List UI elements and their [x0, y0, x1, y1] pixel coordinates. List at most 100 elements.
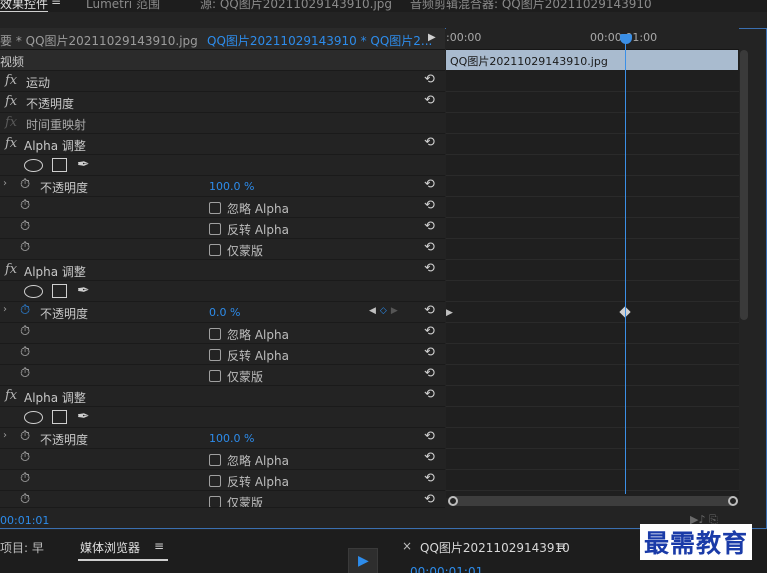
stopwatch-icon[interactable]: ⏱ — [20, 240, 30, 255]
param-row-opacity[interactable]: › ⏱ 不透明度 100.0 % ⟲ — [0, 176, 445, 197]
sequence-clip-label[interactable]: QQ图片20211029143910 * QQ图片2... — [207, 32, 432, 49]
reset-icon[interactable]: ⟲ — [424, 261, 435, 276]
rectangle-mask-icon[interactable] — [52, 284, 67, 298]
reset-icon[interactable]: ⟲ — [424, 72, 435, 87]
pen-mask-icon[interactable]: ✒ — [77, 281, 90, 299]
master-clip-label[interactable]: 要 * QQ图片20211029143910.jpg — [0, 32, 198, 49]
param-row-mask-only: ⏱ 仅蒙版 ⟲ — [0, 239, 445, 260]
stopwatch-icon[interactable]: ⏱ — [20, 492, 30, 507]
current-timecode[interactable]: 00:01:01 — [0, 514, 49, 527]
stopwatch-icon-active[interactable]: ⏱ — [20, 303, 30, 318]
tab-menu-icon[interactable]: ≡ — [51, 0, 61, 8]
fx-icon[interactable]: fx — [5, 73, 17, 88]
invert-alpha-checkbox[interactable] — [209, 349, 221, 361]
param-row-ignore-alpha: ⏱ 忽略 Alpha ⟲ — [0, 449, 445, 470]
reset-icon[interactable]: ⟲ — [424, 471, 435, 486]
pen-mask-icon[interactable]: ✒ — [77, 155, 90, 173]
add-keyframe-icon[interactable]: ◇ — [380, 306, 387, 316]
horizontal-zoom-scrollbar[interactable] — [448, 496, 738, 506]
fx-icon[interactable]: fx — [5, 94, 17, 109]
reset-icon[interactable]: ⟲ — [424, 450, 435, 465]
invert-alpha-checkbox[interactable] — [209, 223, 221, 235]
zoom-handle-right[interactable] — [728, 496, 738, 506]
stopwatch-icon[interactable]: ⏱ — [20, 177, 30, 192]
stopwatch-icon[interactable]: ⏱ — [20, 219, 30, 234]
tab-media-browser[interactable]: 媒体浏览器 — [80, 539, 140, 556]
timeline-clip[interactable]: QQ图片20211029143910.jpg — [446, 50, 738, 70]
keyframe-prev-indicator-icon: ▶ — [446, 308, 453, 318]
ellipse-mask-icon[interactable] — [24, 159, 43, 172]
tab-project[interactable]: 项目: 早 — [0, 539, 44, 556]
reset-icon[interactable]: ⟲ — [424, 492, 435, 507]
timeline-ruler[interactable]: :00:00 00:00:01:00 — [446, 28, 739, 50]
reset-icon[interactable]: ⟲ — [424, 324, 435, 339]
pen-mask-icon[interactable]: ✒ — [77, 407, 90, 425]
vertical-scrollbar[interactable] — [740, 50, 748, 320]
reset-icon[interactable]: ⟲ — [424, 93, 435, 108]
param-row-opacity[interactable]: › ⏱ 不透明度 0.0 % ◀ ◇ ▶ ⟲ — [0, 302, 445, 323]
mask-tools-row: ✒ — [0, 155, 445, 176]
fx-icon[interactable]: fx — [5, 262, 17, 277]
tab-audio-clip-mixer[interactable]: 音频剪辑混合器: QQ图片20211029143910 — [410, 0, 652, 12]
menu-icon[interactable]: ≡ — [556, 539, 566, 553]
reset-icon[interactable]: ⟲ — [424, 303, 435, 318]
rectangle-mask-icon[interactable] — [52, 410, 67, 424]
stopwatch-icon[interactable]: ⏱ — [20, 345, 30, 360]
opacity-value[interactable]: 100.0 % — [209, 432, 254, 445]
expand-chevron-icon[interactable]: › — [3, 430, 7, 441]
tab-sequence[interactable]: QQ图片20211029143910 — [420, 539, 570, 556]
reset-icon[interactable]: ⟲ — [424, 387, 435, 402]
timeline-clip-name: QQ图片20211029143910.jpg — [450, 55, 608, 68]
stopwatch-icon[interactable]: ⏱ — [20, 429, 30, 444]
playhead-line[interactable] — [625, 34, 626, 494]
effect-row-motion[interactable]: fx 运动 ⟲ — [0, 71, 445, 92]
tab-lumetri-scopes[interactable]: Lumetri 范围 — [86, 0, 160, 12]
close-icon[interactable]: × — [402, 539, 412, 553]
opacity-value[interactable]: 0.0 % — [209, 306, 240, 319]
rectangle-mask-icon[interactable] — [52, 158, 67, 172]
fx-icon[interactable]: fx — [5, 388, 17, 403]
effect-row-alpha-adjust[interactable]: fx Alpha 调整 ⟲ — [0, 260, 445, 281]
reset-icon[interactable]: ⟲ — [424, 177, 435, 192]
stopwatch-icon[interactable]: ⏱ — [20, 198, 30, 213]
expand-chevron-icon[interactable]: › — [3, 304, 7, 315]
expand-chevron-icon[interactable]: › — [3, 178, 7, 189]
zoom-handle-left[interactable] — [448, 496, 458, 506]
fx-icon[interactable]: fx — [5, 136, 17, 151]
ellipse-mask-icon[interactable] — [24, 285, 43, 298]
show-timeline-arrow-icon[interactable]: ▶ — [428, 32, 436, 43]
stopwatch-icon[interactable]: ⏱ — [20, 471, 30, 486]
previous-keyframe-icon[interactable]: ◀ — [369, 306, 376, 316]
effect-row-alpha-adjust[interactable]: fx Alpha 调整 ⟲ — [0, 134, 445, 155]
panel-tab-strip: 效果控件 ≡ Lumetri 范围 源: QQ图片20211029143910.… — [0, 0, 767, 12]
mask-only-checkbox[interactable] — [209, 244, 221, 256]
ignore-alpha-checkbox[interactable] — [209, 202, 221, 214]
mask-only-checkbox[interactable] — [209, 370, 221, 382]
menu-icon[interactable]: ≡ — [154, 539, 164, 553]
reset-icon[interactable]: ⟲ — [424, 240, 435, 255]
stopwatch-icon[interactable]: ⏱ — [20, 366, 30, 381]
selection-tool-button[interactable]: ▶ — [348, 548, 378, 573]
reset-icon[interactable]: ⟲ — [424, 198, 435, 213]
ignore-alpha-checkbox[interactable] — [209, 454, 221, 466]
effect-row-opacity[interactable]: fx 不透明度 ⟲ — [0, 92, 445, 113]
ellipse-mask-icon[interactable] — [24, 411, 43, 424]
param-row-opacity[interactable]: › ⏱ 不透明度 100.0 % ⟲ — [0, 428, 445, 449]
opacity-value[interactable]: 100.0 % — [209, 180, 254, 193]
invert-alpha-checkbox[interactable] — [209, 475, 221, 487]
stopwatch-icon[interactable]: ⏱ — [20, 324, 30, 339]
effect-row-alpha-adjust[interactable]: fx Alpha 调整 ⟲ — [0, 386, 445, 407]
stopwatch-icon[interactable]: ⏱ — [20, 450, 30, 465]
ignore-alpha-checkbox[interactable] — [209, 328, 221, 340]
reset-icon[interactable]: ⟲ — [424, 135, 435, 150]
param-row-invert-alpha: ⏱ 反转 Alpha ⟲ — [0, 470, 445, 491]
reset-icon[interactable]: ⟲ — [424, 219, 435, 234]
mask-only-checkbox[interactable] — [209, 496, 221, 507]
sequence-timecode[interactable]: 00:00:01:01 — [410, 565, 483, 573]
effect-row-time-remap[interactable]: fx 时间重映射 — [0, 113, 445, 134]
reset-icon[interactable]: ⟲ — [424, 345, 435, 360]
next-keyframe-icon[interactable]: ▶ — [391, 306, 398, 316]
reset-icon[interactable]: ⟲ — [424, 429, 435, 444]
tab-source-monitor[interactable]: 源: QQ图片20211029143910.jpg — [200, 0, 392, 12]
reset-icon[interactable]: ⟲ — [424, 366, 435, 381]
